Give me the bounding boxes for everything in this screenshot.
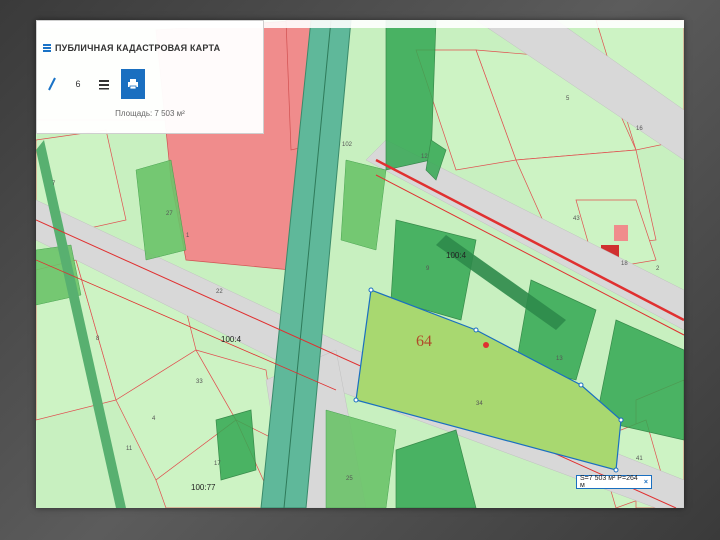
svg-text:27: 27 bbox=[166, 211, 173, 217]
tool-count: 6 bbox=[75, 79, 81, 89]
panel-title: ПУБЛИЧНАЯ КАДАСТРОВАЯ КАРТА bbox=[43, 43, 220, 53]
svg-text:22: 22 bbox=[216, 289, 223, 295]
area-readout: Площадь: 7 503 м² bbox=[115, 109, 185, 118]
layers-icon[interactable] bbox=[93, 71, 115, 97]
toolbar: 6 bbox=[37, 69, 263, 99]
svg-text:25: 25 bbox=[346, 476, 353, 482]
svg-text:12: 12 bbox=[421, 154, 428, 160]
svg-text:16: 16 bbox=[636, 126, 643, 132]
svg-text:11: 11 bbox=[126, 446, 133, 452]
parcel-number: 64 bbox=[416, 333, 432, 350]
measurement-text: S=7 503 м² P=264 м bbox=[580, 475, 638, 489]
measurement-box: S=7 503 м² P=264 м × bbox=[576, 475, 652, 489]
street-label: 100:4 bbox=[221, 335, 242, 344]
svg-text:18: 18 bbox=[621, 261, 628, 267]
parcel-marker[interactable] bbox=[483, 342, 489, 348]
street-label: 100:4 bbox=[446, 251, 467, 260]
close-icon[interactable]: × bbox=[644, 479, 648, 486]
info-panel: ПУБЛИЧНАЯ КАДАСТРОВАЯ КАРТА 6 Площадь: 7… bbox=[36, 20, 264, 134]
svg-text:102: 102 bbox=[342, 142, 353, 148]
svg-text:13: 13 bbox=[556, 356, 563, 362]
svg-text:33: 33 bbox=[196, 379, 203, 385]
svg-text:34: 34 bbox=[476, 401, 483, 407]
app-title: ПУБЛИЧНАЯ КАДАСТРОВАЯ КАРТА bbox=[55, 43, 221, 53]
svg-text:41: 41 bbox=[636, 456, 643, 462]
menu-icon[interactable] bbox=[43, 44, 51, 52]
small-building-2 bbox=[614, 225, 628, 241]
ruler-icon[interactable] bbox=[41, 71, 63, 97]
print-icon[interactable] bbox=[121, 69, 145, 99]
street-label: 100:77 bbox=[191, 483, 216, 492]
svg-text:43: 43 bbox=[573, 216, 580, 222]
map-viewport[interactable]: 64 100:4 100:4 100:77 102 5 8 33 27 12 7… bbox=[36, 20, 684, 508]
svg-text:17: 17 bbox=[214, 461, 221, 467]
